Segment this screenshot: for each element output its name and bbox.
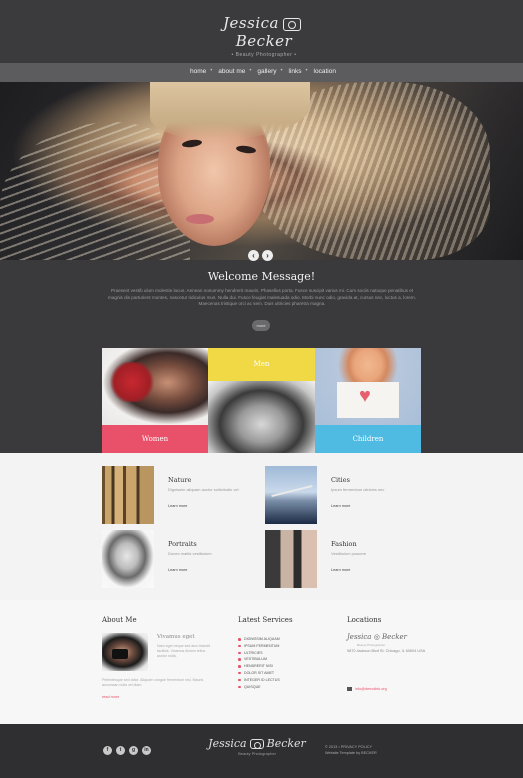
- facebook-icon[interactable]: f: [103, 746, 112, 755]
- logo-name-left: Jessica: [223, 14, 279, 32]
- twitter-icon[interactable]: t: [116, 746, 125, 755]
- welcome-section: Welcome Message! Praesent vestib ulum mo…: [0, 260, 523, 350]
- services-list: Dignissim aliquam Ipsum fermentum Ultric…: [238, 636, 280, 690]
- category-title[interactable]: Portraits: [168, 540, 197, 548]
- category-title[interactable]: Fashion: [331, 540, 357, 548]
- service-item[interactable]: Quisque: [238, 684, 280, 691]
- welcome-title: Welcome Message!: [207, 270, 316, 283]
- mail-icon: [347, 687, 352, 691]
- women-photo[interactable]: [102, 348, 208, 425]
- gallery-grid: Women Men ♥ Children: [102, 348, 421, 453]
- logo-name-right: Becker: [235, 32, 293, 50]
- locations-logo: Jessica ◎ Becker: [347, 633, 407, 641]
- copyright: © 2013 • PRIVACY POLICY Website Template…: [325, 745, 377, 755]
- read-more-link[interactable]: Learn more: [331, 568, 350, 572]
- service-item[interactable]: Hendrerit nisi: [238, 663, 280, 670]
- fashion-thumbnail[interactable]: [265, 530, 317, 588]
- welcome-text: Praesent vestib ulum molestie lacus. Aen…: [108, 288, 416, 307]
- cities-thumbnail[interactable]: [265, 466, 317, 524]
- camera-icon: [249, 739, 264, 749]
- nature-thumbnail[interactable]: [102, 466, 154, 524]
- women-label[interactable]: Women: [102, 425, 208, 453]
- men-label[interactable]: Men: [208, 348, 315, 381]
- category-subtitle: Vestibulum posuere: [331, 551, 367, 556]
- about-text: Nam eget neque sed arcu blandit facilisi…: [157, 644, 210, 658]
- category-title[interactable]: Nature: [168, 476, 191, 484]
- hero-slider-image: [0, 82, 523, 260]
- service-item[interactable]: Dolor sit amet: [238, 670, 280, 677]
- category-card-nature: Nature Dignissim aliquam auctor sollicit…: [102, 466, 257, 524]
- social-links: f t g in: [103, 746, 151, 755]
- google-plus-icon[interactable]: g: [129, 746, 138, 755]
- logo-tagline: • Beauty Photographer •: [231, 52, 297, 58]
- read-more-link[interactable]: Learn more: [331, 504, 350, 508]
- about-name: Vivamus eget: [157, 634, 195, 640]
- children-label[interactable]: Children: [315, 425, 421, 453]
- address: 9870 Jackson Blvd St. Chicago, IL 60604 …: [347, 649, 426, 653]
- main-nav: home about me gallery links location: [0, 63, 523, 82]
- category-card-cities: Cities Ipsum fermentum ultricies nec Lea…: [265, 466, 420, 524]
- service-item[interactable]: Vestibulum: [238, 656, 280, 663]
- about-read-more-link[interactable]: read more: [102, 695, 119, 699]
- read-more-link[interactable]: Learn more: [168, 504, 187, 508]
- locations-title: Locations: [347, 616, 382, 624]
- category-card-portraits: Portraits Donec mattis vestibulum Learn …: [102, 530, 257, 588]
- men-photo[interactable]: [208, 381, 315, 453]
- category-card-fashion: Fashion Vestibulum posuere Learn more: [265, 530, 420, 588]
- about-text-2: Pellentesque sed dolor. Aliquam congue f…: [102, 678, 204, 687]
- nav-item-location[interactable]: location: [306, 68, 342, 75]
- locations-logo-tagline: Beauty Photographer: [357, 643, 386, 647]
- nav-item-home[interactable]: home: [184, 68, 212, 75]
- nav-item-links[interactable]: links: [281, 68, 308, 75]
- category-subtitle: Ipsum fermentum ultricies nec: [331, 487, 385, 492]
- categories-section: [0, 453, 523, 600]
- category-subtitle: Donec mattis vestibulum: [168, 551, 212, 556]
- camera-icon: [282, 17, 301, 31]
- services-title: Latest Services: [238, 616, 293, 624]
- email-link[interactable]: info@demolink.org: [347, 687, 387, 691]
- about-photo: [102, 633, 148, 671]
- footer-logo[interactable]: Jessica Becker Beauty Photographer: [195, 737, 319, 756]
- more-button[interactable]: more: [252, 320, 270, 331]
- logo[interactable]: JessicaBecker • Beauty Photographer •: [204, 14, 324, 58]
- service-item[interactable]: Ipsum fermentum: [238, 643, 280, 650]
- service-item[interactable]: Ultricies: [238, 650, 280, 657]
- read-more-link[interactable]: Learn more: [168, 568, 187, 572]
- category-title[interactable]: Cities: [331, 476, 350, 484]
- service-item[interactable]: Dignissim aliquam: [238, 636, 280, 643]
- category-subtitle: Dignissim aliquam auctor sollicitudin ve…: [168, 487, 239, 492]
- nav-item-about[interactable]: about me: [210, 68, 251, 75]
- header: JessicaBecker • Beauty Photographer •: [0, 0, 523, 63]
- service-item[interactable]: Integer id lectus: [238, 677, 280, 684]
- nav-item-gallery[interactable]: gallery: [249, 68, 282, 75]
- linkedin-icon[interactable]: in: [142, 746, 151, 755]
- about-title: About Me: [102, 616, 137, 624]
- children-photo[interactable]: ♥: [315, 348, 421, 425]
- portraits-thumbnail[interactable]: [102, 530, 154, 588]
